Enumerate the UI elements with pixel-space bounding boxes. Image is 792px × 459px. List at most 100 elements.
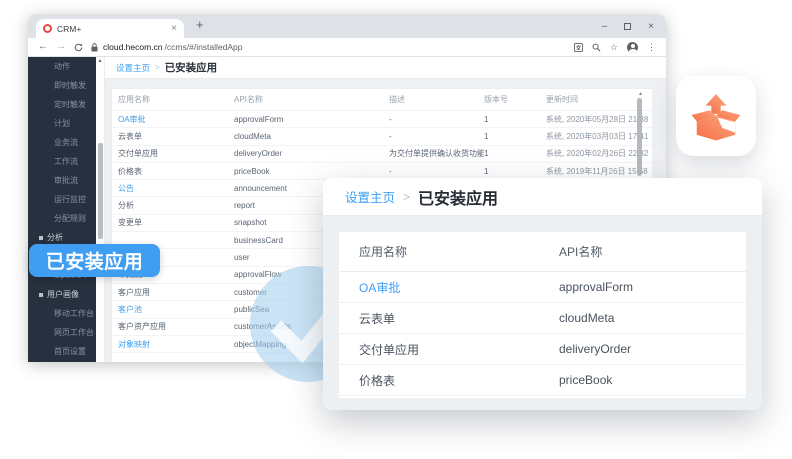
sidebar-item[interactable]: 动作 <box>28 57 96 76</box>
col-header-api: API名称 <box>234 94 389 105</box>
sidebar-item[interactable]: 工作流 <box>28 152 96 171</box>
table-body: OA审批 approvalForm 云表单 cloudMeta 交付单应用 de… <box>339 272 746 396</box>
forward-icon[interactable]: → <box>56 42 66 52</box>
url-domain: cloud.hecom.cn <box>103 42 163 52</box>
sidebar-item[interactable]: 定时触发 <box>28 95 96 114</box>
description-cell: 为交付单提供确认收货功能 <box>389 148 484 159</box>
app-name-link[interactable]: 变更单 <box>118 217 234 228</box>
sidebar-item[interactable]: 即时触发 <box>28 76 96 95</box>
sidebar-item-label: 定时触发 <box>54 99 86 110</box>
col-header-desc: 描述 <box>389 94 484 105</box>
page-title: 已安装应用 <box>418 185 498 209</box>
app-name-link[interactable]: 交付单应用 <box>118 148 234 159</box>
installed-apps-badge: 已安装应用 <box>29 244 160 277</box>
api-name-cell: approvalForm <box>559 280 746 294</box>
table-header-row: 应用名称 API名称 描述 版本号 更新时间 <box>112 89 652 111</box>
translate-icon[interactable] <box>574 43 583 52</box>
breadcrumb: 设置主页 > 已安装应用 <box>105 57 666 79</box>
section-bullet-icon <box>39 293 43 297</box>
app-name-link[interactable]: 客户资产应用 <box>118 321 234 332</box>
api-name-cell: cloudMeta <box>234 132 389 141</box>
table-row[interactable]: 交付单应用 deliveryOrder <box>339 334 746 365</box>
profile-avatar[interactable] <box>627 42 638 53</box>
zoom-panel-table: 应用名称 API名称 OA审批 approvalForm 云表单 cloudMe… <box>339 232 746 398</box>
bookmark-star-icon[interactable]: ☆ <box>610 43 618 52</box>
browser-tab[interactable]: CRM+ × <box>36 19 184 38</box>
window-minimize-button[interactable]: – <box>602 21 608 32</box>
install-app-icon-card <box>676 76 756 156</box>
col-header-app: 应用名称 <box>118 94 234 105</box>
version-cell: 1 <box>484 149 546 158</box>
sidebar-item-label: 移动工作台 <box>54 308 94 319</box>
table-scroll-up-icon[interactable]: ▲ <box>638 91 643 97</box>
window-maximize-button[interactable] <box>624 23 631 30</box>
sidebar-item-label: 用户画像 <box>47 289 79 300</box>
sidebar-item-label: 分配规则 <box>54 213 86 224</box>
url-path: /ccms/#/installedApp <box>165 42 243 52</box>
version-cell: 1 <box>484 115 546 124</box>
table-row[interactable]: OA审批 approvalForm - 1 系统, 2020年05月28日 21… <box>112 111 652 128</box>
app-name-link[interactable]: 交付单应用 <box>359 341 559 358</box>
search-zoom-icon[interactable] <box>592 43 601 52</box>
sidebar-item[interactable]: 运行监控 <box>28 190 96 209</box>
table-row[interactable]: 云表单 cloudMeta - 1 系统, 2020年03月03日 17:41 <box>112 128 652 145</box>
sidebar-item-label: 网页工作台 <box>54 327 94 338</box>
table-row[interactable]: 价格表 priceBook <box>339 365 746 396</box>
api-name-cell: approvalForm <box>234 115 389 124</box>
window-close-button[interactable]: × <box>648 21 654 32</box>
scroll-up-icon[interactable]: ▲ <box>96 58 104 64</box>
kebab-menu-icon[interactable]: ⋮ <box>647 43 656 52</box>
url-field[interactable]: cloud.hecom.cn/ccms/#/installedApp <box>91 42 243 52</box>
settings-sidebar: 动作 即时触发 定时触发 计划 <box>28 57 96 362</box>
zoom-panel-breadcrumb: 设置主页 > 已安装应用 <box>323 178 762 216</box>
sidebar-item[interactable]: 计划 <box>28 114 96 133</box>
sidebar-item-label: 分析 <box>47 232 63 243</box>
sidebar-item-label: 动作 <box>54 61 70 72</box>
app-name-link[interactable]: 对象映射 <box>118 339 234 350</box>
app-name-link[interactable]: OA审批 <box>359 279 559 296</box>
unbox-upload-icon <box>691 91 741 141</box>
breadcrumb-separator: > <box>403 190 410 204</box>
sidebar-item[interactable]: 首页设置 <box>28 342 96 361</box>
app-name-link[interactable]: OA审批 <box>118 114 234 125</box>
section-bullet-icon <box>39 236 43 240</box>
api-name-cell: priceBook <box>234 167 389 176</box>
app-name-link[interactable]: 云表单 <box>118 131 234 142</box>
version-cell: 1 <box>484 167 546 176</box>
tab-close-icon[interactable]: × <box>171 24 177 34</box>
api-name-cell: deliveryOrder <box>559 342 746 356</box>
table-row[interactable]: 交付单应用 deliveryOrder 为交付单提供确认收货功能 1 系统, 2… <box>112 146 652 163</box>
sidebar-item-label: 业务流 <box>54 137 78 148</box>
sidebar-item[interactable]: 用户画像 <box>28 285 96 304</box>
sidebar-scrollbar[interactable]: ▲ <box>96 57 105 362</box>
breadcrumb-parent-link[interactable]: 设置主页 <box>345 187 395 206</box>
app-name-link[interactable]: 客户池 <box>118 304 234 315</box>
sidebar-item-label: 首页设置 <box>54 346 86 357</box>
api-name-cell: cloudMeta <box>559 311 746 325</box>
sidebar-item[interactable]: 业务流 <box>28 133 96 152</box>
browser-tab-strip: CRM+ × + – × <box>28 14 666 38</box>
description-cell: - <box>389 167 484 176</box>
sidebar-item[interactable]: 分配规则 <box>28 209 96 228</box>
page-title: 已安装应用 <box>165 60 218 75</box>
reload-icon[interactable] <box>74 43 83 52</box>
app-name-link[interactable]: 公告 <box>118 183 234 194</box>
sidebar-item[interactable]: 移动工作台 <box>28 304 96 323</box>
table-row[interactable]: 云表单 cloudMeta <box>339 303 746 334</box>
app-name-link[interactable]: 分析 <box>118 200 234 211</box>
app-name-link[interactable]: 云表单 <box>359 310 559 327</box>
new-tab-button[interactable]: + <box>196 17 204 32</box>
sidebar-item-label: 即时触发 <box>54 80 86 91</box>
sidebar-item-label: 工作流 <box>54 156 78 167</box>
sidebar-item[interactable]: 网页工作台 <box>28 323 96 342</box>
table-scroll-thumb[interactable] <box>637 98 642 176</box>
app-name-link[interactable]: 客户应用 <box>118 287 234 298</box>
app-name-link[interactable]: 价格表 <box>359 372 559 389</box>
app-name-link[interactable]: 价格表 <box>118 166 234 177</box>
breadcrumb-parent-link[interactable]: 设置主页 <box>116 62 150 74</box>
sidebar-scroll-thumb[interactable] <box>98 143 103 239</box>
back-icon[interactable]: ← <box>38 42 48 52</box>
col-header-version: 版本号 <box>484 94 546 105</box>
table-row[interactable]: OA审批 approvalForm <box>339 272 746 303</box>
sidebar-item[interactable]: 审批流 <box>28 171 96 190</box>
